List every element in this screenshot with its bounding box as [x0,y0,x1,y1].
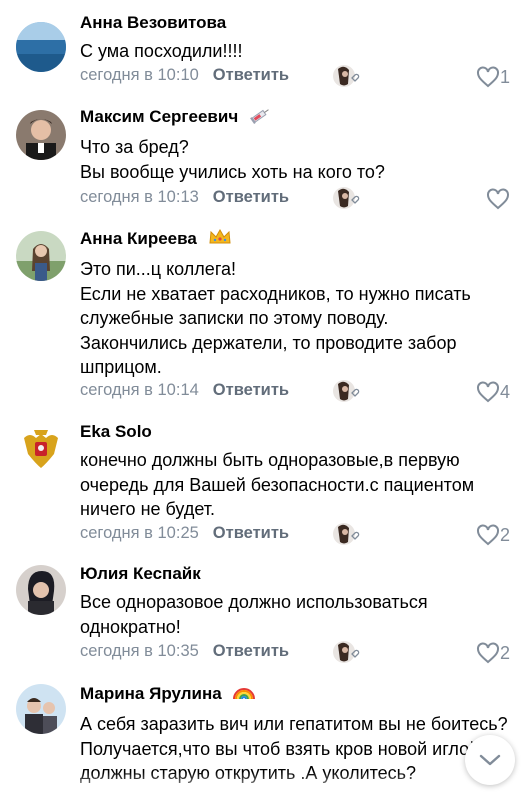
reply-button[interactable]: Ответить [213,188,289,206]
comment-meta: сегодня в 10:14 Ответить [80,381,289,400]
mini-avatar-icon [333,641,360,663]
avatar[interactable] [16,22,66,72]
syringe-icon [249,106,271,130]
avatar-photo-woman [16,231,66,281]
heart-icon [476,66,499,88]
avatar-photo-man [16,110,66,160]
author-name[interactable]: Анна Киреева [80,229,197,248]
reply-button[interactable]: Ответить [213,524,289,542]
avatar[interactable] [16,424,66,474]
mini-avatar-icon [333,523,360,545]
comment-time: сегодня в 10:25 [80,524,199,542]
heart-icon [487,188,509,210]
comment-text: Все одноразовое должно использоваться од… [80,592,433,637]
comment-time: сегодня в 10:13 [80,188,199,206]
like-button[interactable]: 2 [476,524,510,546]
comment-author[interactable]: Eka Solo [80,421,514,443]
reaction-avatar[interactable] [332,522,360,546]
author-name[interactable]: Eka Solo [80,422,152,441]
comment-author[interactable]: Максим Сергеевич [80,106,514,130]
reaction-avatar[interactable] [332,64,360,88]
comment-author[interactable]: Анна Киреева [80,228,514,252]
avatar[interactable] [16,565,66,615]
mini-avatar-icon [333,380,360,402]
avatar-coat-of-arms [16,424,66,474]
like-count: 4 [499,381,510,402]
mini-avatar-icon [333,65,360,87]
comment-time: сегодня в 10:14 [80,381,199,399]
like-count: 1 [499,66,510,87]
like-button[interactable]: 1 [476,66,510,88]
reply-button[interactable]: Ответить [213,66,289,84]
reaction-avatar[interactable] [332,186,360,210]
heart-icon [476,642,499,664]
reply-button[interactable]: Ответить [213,381,289,399]
avatar[interactable] [16,684,66,734]
avatar-photo-family [16,684,66,734]
like-button[interactable]: 4 [476,381,510,403]
reply-button[interactable]: Ответить [213,642,289,660]
comment-text: Это пи...ц коллега! Если не хватает расх… [80,259,471,377]
like-count: 2 [499,524,510,545]
avatar[interactable] [16,110,66,160]
heart-icon [476,524,499,546]
comment-text: С ума посходили!!!! [80,41,243,61]
mini-avatar-icon [333,187,360,209]
comment-time: сегодня в 10:10 [80,66,199,84]
comment-text: конечно должны быть одноразовые,в первую… [80,450,480,519]
comment-meta: сегодня в 10:13 Ответить [80,188,289,207]
author-name[interactable]: Марина Ярулина [80,684,222,703]
author-name[interactable]: Максим Сергеевич [80,107,238,126]
comment-time: сегодня в 10:35 [80,642,199,660]
crown-icon [208,228,232,252]
comment-meta: сегодня в 10:25 Ответить [80,524,289,543]
author-name[interactable]: Юлия Кеспайк [80,564,201,583]
comment-meta: сегодня в 10:35 Ответить [80,642,289,661]
comment-text: Что за бред? Вы вообще учились хоть на к… [80,137,385,182]
like-button[interactable]: 2 [476,642,510,664]
heart-icon [476,381,499,403]
like-count: 2 [499,642,510,663]
like-button[interactable] [486,188,510,210]
comment-author[interactable]: Юлия Кеспайк [80,563,514,585]
comment-author[interactable]: Марина Ярулина [80,683,514,707]
comment-author[interactable]: Анна Везовитова [80,12,514,34]
avatar[interactable] [16,231,66,281]
scroll-down-button[interactable] [465,735,515,785]
reaction-avatar[interactable] [332,640,360,664]
bottom-fade [0,772,528,800]
author-name[interactable]: Анна Везовитова [80,13,226,32]
rainbow-icon [232,683,256,707]
avatar-photo-sea [16,22,66,72]
chevron-down-icon [479,754,501,766]
avatar-photo-woman-dark [16,565,66,615]
comment-meta: сегодня в 10:10 Ответить [80,66,289,85]
reaction-avatar[interactable] [332,379,360,403]
